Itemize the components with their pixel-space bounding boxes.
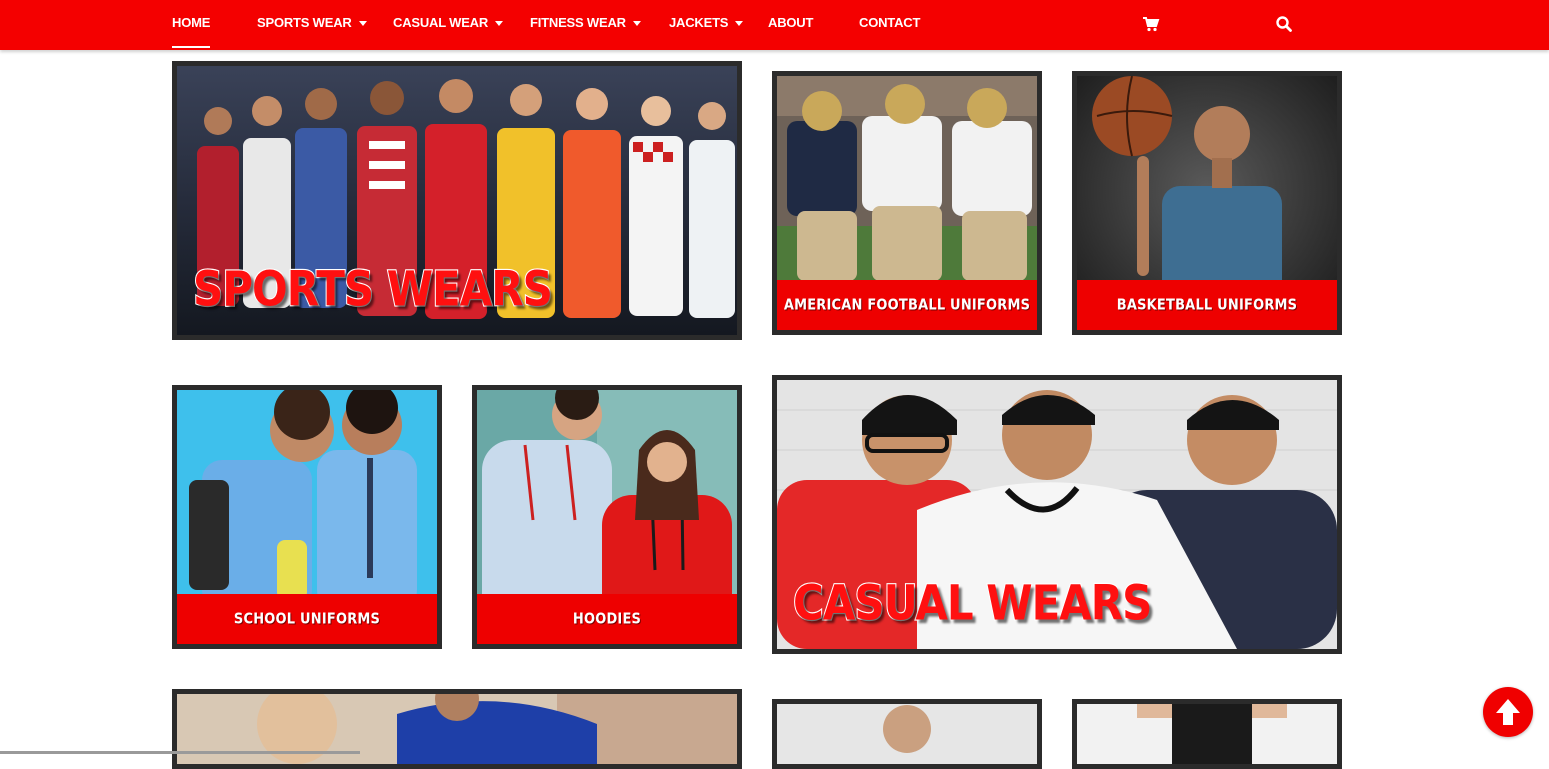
womens-wear-tile[interactable] xyxy=(1072,699,1342,769)
school-uniforms-tile[interactable]: SCHOOL UNIFORMS xyxy=(172,385,442,649)
mens-tshirt-photo xyxy=(777,704,1037,764)
nav-about[interactable]: ABOUT xyxy=(768,0,813,46)
womens-wear-photo xyxy=(1077,704,1337,764)
american-football-tile[interactable]: AMERICAN FOOTBALL UNIFORMS xyxy=(772,71,1042,335)
chevron-down-icon xyxy=(358,21,367,27)
school-uniforms-band: SCHOOL UNIFORMS xyxy=(177,594,437,644)
american-football-band: AMERICAN FOOTBALL UNIFORMS xyxy=(777,280,1037,330)
chevron-down-icon xyxy=(632,21,641,27)
nav-jackets-label: JACKETS xyxy=(669,15,729,30)
nav-about-label: ABOUT xyxy=(768,15,814,30)
sports-wears-tile[interactable]: SPORTS WEARS xyxy=(172,61,742,340)
nav-jackets[interactable]: JACKETS xyxy=(669,0,744,46)
nav-contact-label: CONTACT xyxy=(859,15,921,30)
nav-casual-wear[interactable]: CASUAL WEAR xyxy=(393,0,504,46)
nav-contact[interactable]: CONTACT xyxy=(859,0,920,46)
basketball-tile[interactable]: BASKETBALL UNIFORMS xyxy=(1072,71,1342,335)
scroll-to-top-button[interactable] xyxy=(1483,687,1533,737)
sports-wears-label: SPORTS WEARS xyxy=(192,259,554,318)
casual-wears-tile[interactable]: CASUAL WEARS xyxy=(772,375,1342,654)
hoodies-tile[interactable]: HOODIES xyxy=(472,385,742,649)
search-icon[interactable] xyxy=(1275,15,1293,33)
american-football-label: AMERICAN FOOTBALL UNIFORMS xyxy=(783,296,1031,314)
top-navbar: HOME SPORTS WEAR CASUAL WEAR FITNESS WEA… xyxy=(0,0,1549,50)
nav-casual-wear-label: CASUAL WEAR xyxy=(393,15,489,30)
arrow-up-icon xyxy=(1496,699,1520,725)
basketball-label: BASKETBALL UNIFORMS xyxy=(1116,296,1298,314)
nav-fitness-wear-label: FITNESS WEAR xyxy=(530,15,626,30)
hoodies-label: HOODIES xyxy=(572,610,642,628)
casual-wears-label: CASUAL WEARS xyxy=(792,574,1153,633)
hoodies-band: HOODIES xyxy=(477,594,737,644)
nav-sports-wear[interactable]: SPORTS WEAR xyxy=(257,0,367,46)
mens-tshirt-tile[interactable] xyxy=(772,699,1042,769)
nav-sports-wear-label: SPORTS WEAR xyxy=(257,15,352,30)
nav-home[interactable]: HOME xyxy=(172,0,211,48)
basketball-band: BASKETBALL UNIFORMS xyxy=(1077,280,1337,330)
nav-home-label: HOME xyxy=(172,15,211,30)
chevron-down-icon xyxy=(735,21,744,27)
fitness-wear-tile[interactable] xyxy=(172,689,742,769)
cart-icon[interactable] xyxy=(1142,15,1160,33)
nav-fitness-wear[interactable]: FITNESS WEAR xyxy=(530,0,641,46)
school-uniforms-label: SCHOOL UNIFORMS xyxy=(233,610,381,628)
chevron-down-icon xyxy=(495,21,504,27)
